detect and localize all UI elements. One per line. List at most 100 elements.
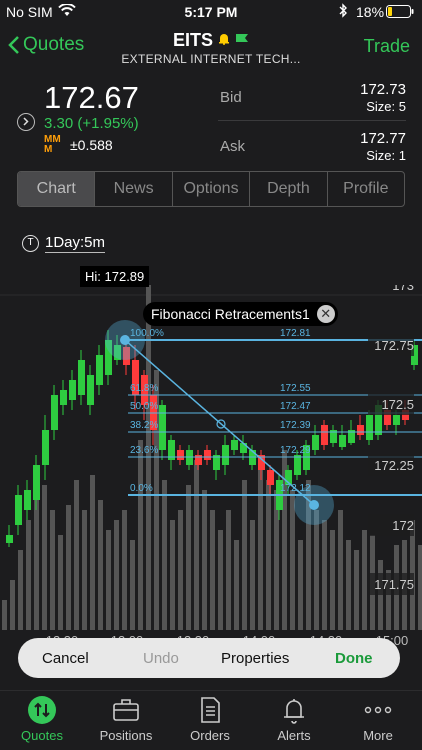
candle-body (321, 425, 328, 445)
volume-bar (226, 510, 231, 630)
quotes-icon (28, 696, 56, 724)
price-chart[interactable]: 100.0% 172.8161.8% 172.5550.0% 172.4738.2% 1… (0, 285, 422, 690)
bell-icon (284, 699, 304, 724)
volume-bar (194, 460, 199, 630)
bid-size: Size: 5 (366, 99, 406, 114)
fib-level-percent: 61.8% (130, 383, 158, 394)
tab-options[interactable]: Options (171, 172, 249, 206)
volume-bar (202, 490, 207, 630)
tabbar-label: Alerts (277, 728, 311, 743)
ask-size: Size: 1 (366, 148, 406, 163)
trade-button[interactable]: Trade (364, 36, 410, 57)
candle-body (240, 443, 247, 453)
tabbar-label: Positions (99, 728, 153, 743)
tabbar-item-positions[interactable]: Positions (84, 695, 168, 743)
volume-bar (42, 485, 47, 630)
volume-bar (242, 480, 247, 630)
candle-body (6, 535, 13, 543)
candle-body (231, 440, 238, 450)
candle-body (24, 490, 31, 510)
price-tick-label: 173 (392, 285, 414, 293)
volume-bar (290, 490, 295, 630)
close-icon[interactable]: ✕ (316, 305, 335, 323)
more-dots-icon (364, 706, 392, 714)
tab-chart[interactable]: Chart (18, 172, 95, 206)
price-change: 3.30 (+1.95%) (44, 115, 139, 132)
flag-icon (236, 34, 249, 42)
done-button[interactable]: Done (335, 650, 373, 667)
ask-label: Ask (220, 138, 246, 155)
drawing-name-text: Fibonacci Retracements1 (151, 306, 310, 322)
market-maker-move: ±0.588 (70, 137, 113, 153)
bluetooth-icon (338, 3, 348, 21)
fib-level-price: 172.39 (280, 420, 311, 431)
tabbar-item-more[interactable]: More (336, 695, 420, 743)
volume-bar (338, 510, 343, 630)
volume-bar (210, 510, 215, 630)
cancel-button[interactable]: Cancel (42, 650, 89, 667)
candle-body (312, 435, 319, 450)
volume-bar (250, 520, 255, 630)
period-label: 1Day:5m (45, 234, 106, 253)
candle-body (366, 415, 373, 440)
properties-button[interactable]: Properties (221, 650, 289, 667)
volume-bar (178, 510, 183, 630)
tab-news[interactable]: News (94, 172, 171, 206)
candle-body (357, 425, 364, 435)
bid-price: 172.73 (360, 81, 406, 98)
chevron-right-icon (23, 117, 29, 126)
volume-bar (10, 580, 15, 630)
briefcase-icon (113, 699, 139, 721)
candle-body (87, 375, 94, 405)
volume-bar (18, 550, 23, 630)
volume-bar (274, 490, 279, 630)
candle-body (222, 445, 229, 465)
volume-bar (314, 510, 319, 630)
candle-body (51, 395, 58, 430)
candle-body (78, 360, 85, 395)
fib-level-percent: 38.2% (130, 420, 158, 431)
volume-bar (346, 540, 351, 630)
high-label: Hi: 172.89 (80, 266, 150, 287)
volume-bar (330, 530, 335, 630)
fib-anchor-handle (120, 335, 130, 345)
volume-bar (298, 540, 303, 630)
tabbar-item-alerts[interactable]: Alerts (252, 695, 336, 743)
volume-bar (138, 440, 143, 630)
candle-body (15, 495, 22, 525)
candle-body (60, 390, 67, 405)
volume-bar (122, 510, 127, 630)
tab-profile[interactable]: Profile (326, 172, 404, 206)
price-tick-label: 172.5 (381, 397, 414, 412)
undo-button[interactable]: Undo (143, 650, 179, 667)
market-maker-label: MM M (44, 134, 61, 155)
candle-body (339, 435, 346, 447)
candle-body (393, 415, 400, 425)
fib-level-percent: 50.0% (130, 401, 158, 412)
volume-bar (2, 600, 7, 630)
volume-bar (162, 480, 167, 630)
time-frame-icon: T (22, 235, 39, 252)
tabbar-item-orders[interactable]: Orders (168, 695, 252, 743)
period-selector[interactable]: T 1Day:5m (22, 234, 106, 253)
alert-bell-icon (219, 34, 229, 45)
volume-bar (26, 520, 31, 630)
volume-bar (50, 510, 55, 630)
drawing-name-label[interactable]: Fibonacci Retracements1 ✕ (143, 302, 338, 326)
fib-level-percent: 23.6% (130, 445, 158, 456)
candle-body (33, 465, 40, 500)
detail-tabs: Chart News Options Depth Profile (17, 171, 405, 207)
tabbar-item-quotes[interactable]: Quotes (0, 695, 84, 743)
volume-bar (186, 485, 191, 630)
expand-quote-button[interactable] (17, 113, 35, 131)
volume-bar (354, 550, 359, 630)
symbol-text: EITS (172, 30, 213, 50)
candle-body (69, 380, 76, 400)
fib-level-price: 172.29 (280, 445, 311, 456)
tabbar-label: Orders (190, 728, 230, 743)
battery-icon (386, 5, 414, 21)
tab-depth[interactable]: Depth (249, 172, 326, 206)
volume-bar (114, 520, 119, 630)
company-name: EXTERNAL INTERNET TECH... (121, 52, 301, 66)
volume-bar (90, 475, 95, 630)
